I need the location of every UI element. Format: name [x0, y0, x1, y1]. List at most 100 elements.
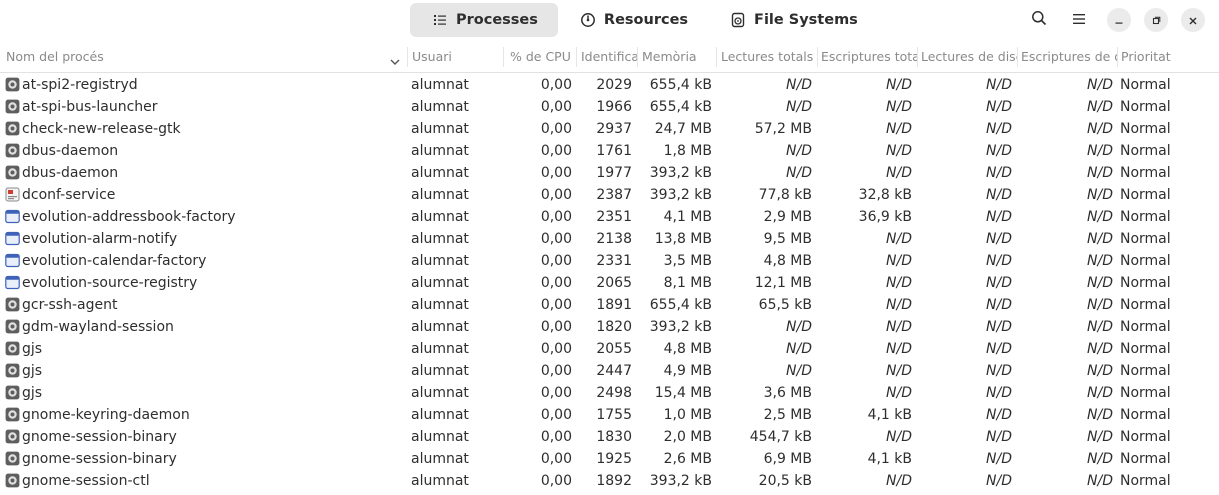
maximize-button[interactable]: [1144, 8, 1168, 32]
cell-disk-write: N/D: [1087, 275, 1113, 291]
cell-disk-read: N/D: [986, 253, 1012, 269]
cell-disk-read-total: 77,8 kB: [758, 187, 812, 203]
chevron-down-icon[interactable]: [389, 52, 401, 71]
table-row[interactable]: at-spi-bus-launcher alumnat 0,00 1966 655,4 …: [0, 96, 1219, 118]
table-row[interactable]: evolution-alarm-notify alumnat 0,00 2138 13,…: [0, 228, 1219, 250]
column-user[interactable]: Usuari: [412, 41, 502, 72]
cell-user: alumnat: [411, 473, 469, 489]
column-separator[interactable]: [917, 47, 918, 67]
cell-user: alumnat: [411, 121, 469, 137]
cell-disk-read-total: 3,6 MB: [763, 385, 812, 401]
tab-resources[interactable]: Resources: [558, 3, 708, 37]
cell-priority: Normal: [1120, 407, 1171, 423]
column-separator[interactable]: [716, 47, 717, 67]
column-disk-read-total[interactable]: Lectures totals d: [721, 41, 817, 72]
column-separator[interactable]: [1117, 47, 1118, 67]
table-row[interactable]: at-spi2-registryd alumnat 0,00 2029 655,4 kB…: [0, 74, 1219, 96]
cell-process-name: at-spi-bus-launcher: [22, 99, 158, 115]
cell-cpu: 0,00: [540, 429, 572, 445]
search-button[interactable]: [1027, 8, 1051, 32]
table-row[interactable]: evolution-source-registry alumnat 0,00 2065…: [0, 272, 1219, 294]
scrollbar[interactable]: [1213, 78, 1216, 488]
cell-priority: Normal: [1120, 275, 1171, 291]
table-row[interactable]: gnome-session-ctl alumnat 0,00 1892 393,2 kB…: [0, 470, 1219, 492]
cell-cpu: 0,00: [540, 341, 572, 357]
table-row[interactable]: gnome-keyring-daemon alumnat 0,00 1755 1,0 M…: [0, 404, 1219, 426]
cell-id: 1925: [596, 451, 632, 467]
cell-id: 2447: [596, 363, 632, 379]
cell-priority: Normal: [1120, 429, 1171, 445]
cell-disk-write: N/D: [1087, 341, 1113, 357]
cell-cpu: 0,00: [540, 231, 572, 247]
column-separator[interactable]: [817, 47, 818, 67]
cell-priority: Normal: [1120, 363, 1171, 379]
column-disk-read[interactable]: Lectures de disc: [921, 41, 1017, 72]
tab-file-systems-label: File Systems: [754, 12, 858, 28]
restore-icon: [1151, 11, 1161, 30]
cell-cpu: 0,00: [540, 143, 572, 159]
cell-process-name: gjs: [22, 385, 43, 401]
table-row[interactable]: dbus-daemon alumnat 0,00 1977 393,2 kB N/D N/D…: [0, 162, 1219, 184]
table-row[interactable]: evolution-addressbook-factory alumnat 0,00…: [0, 206, 1219, 228]
table-row[interactable]: gnome-session-binary alumnat 0,00 1830 2,0 M…: [0, 426, 1219, 448]
cell-disk-write-total: N/D: [886, 297, 912, 313]
cell-disk-read-total: N/D: [786, 165, 812, 181]
cell-user: alumnat: [411, 429, 469, 445]
process-gear-icon: [5, 363, 20, 378]
column-separator[interactable]: [407, 47, 408, 67]
table-row[interactable]: gcr-ssh-agent alumnat 0,00 1891 655,4 kB 65,5…: [0, 294, 1219, 316]
tab-file-systems[interactable]: File Systems: [708, 3, 878, 37]
close-icon: [1188, 11, 1198, 30]
cell-disk-read-total: 65,5 kB: [758, 297, 812, 313]
minimize-button[interactable]: [1107, 8, 1131, 32]
table-row[interactable]: gdm-wayland-session alumnat 0,00 1820 393,2 …: [0, 316, 1219, 338]
cell-disk-read: N/D: [986, 77, 1012, 93]
cell-cpu: 0,00: [540, 187, 572, 203]
column-separator[interactable]: [637, 47, 638, 67]
column-separator[interactable]: [503, 47, 504, 67]
column-separator[interactable]: [576, 47, 577, 67]
table-row[interactable]: gjs alumnat 0,00 2498 15,4 MB 3,6 MB N/D N/D N/D…: [0, 382, 1219, 404]
column-disk-write[interactable]: Escriptures de di: [1021, 41, 1117, 72]
table-row[interactable]: gnome-session-binary alumnat 0,00 1925 2,6 M…: [0, 448, 1219, 470]
column-separator[interactable]: [1017, 47, 1018, 67]
table-row[interactable]: dbus-daemon alumnat 0,00 1761 1,8 MB N/D N/D N/…: [0, 140, 1219, 162]
cell-id: 2029: [596, 77, 632, 93]
cell-disk-write-total: N/D: [886, 429, 912, 445]
cell-id: 2331: [596, 253, 632, 269]
process-gear-icon: [5, 297, 20, 312]
cell-user: alumnat: [411, 341, 469, 357]
cell-memory: 24,7 MB: [654, 121, 712, 137]
column-priority[interactable]: Prioritat: [1121, 41, 1211, 72]
cell-disk-read: N/D: [986, 275, 1012, 291]
cell-id: 2065: [596, 275, 632, 291]
table-row[interactable]: dconf-service alumnat 0,00 2387 393,2 kB 77,8…: [0, 184, 1219, 206]
table-row[interactable]: gjs alumnat 0,00 2055 4,8 MB N/D N/D N/D N/D Norm…: [0, 338, 1219, 360]
app-window-icon: [5, 209, 20, 224]
tab-processes[interactable]: Processes: [410, 3, 558, 37]
table-row[interactable]: gjs alumnat 0,00 2447 4,9 MB N/D N/D N/D N/D Norm…: [0, 360, 1219, 382]
cell-disk-read-total: 9,5 MB: [763, 231, 812, 247]
cell-disk-write-total: N/D: [886, 253, 912, 269]
cell-disk-read: N/D: [986, 451, 1012, 467]
close-button[interactable]: [1181, 8, 1205, 32]
column-disk-write-total[interactable]: Escriptures total: [821, 41, 917, 72]
cell-process-name: dbus-daemon: [22, 143, 119, 159]
cell-memory: 1,8 MB: [663, 143, 712, 159]
cell-memory: 3,5 MB: [663, 253, 712, 269]
cell-process-name: at-spi2-registryd: [22, 77, 138, 93]
cell-disk-read-total: 2,9 MB: [763, 209, 812, 225]
column-cpu[interactable]: % de CPU: [510, 41, 574, 72]
cell-disk-read: N/D: [986, 165, 1012, 181]
table-row[interactable]: evolution-calendar-factory alumnat 0,00 233…: [0, 250, 1219, 272]
table-row[interactable]: check-new-release-gtk alumnat 0,00 2937 24,7…: [0, 118, 1219, 140]
process-gear-icon: [5, 341, 20, 356]
cell-user: alumnat: [411, 187, 469, 203]
cell-disk-write-total: N/D: [886, 341, 912, 357]
column-name[interactable]: Nom del procés: [6, 41, 386, 72]
column-memory[interactable]: Memòria: [642, 41, 712, 72]
column-id[interactable]: Identifica: [581, 41, 637, 72]
cell-process-name: gnome-session-ctl: [22, 473, 150, 489]
menu-button[interactable]: [1067, 8, 1091, 32]
cell-memory: 2,6 MB: [663, 451, 712, 467]
